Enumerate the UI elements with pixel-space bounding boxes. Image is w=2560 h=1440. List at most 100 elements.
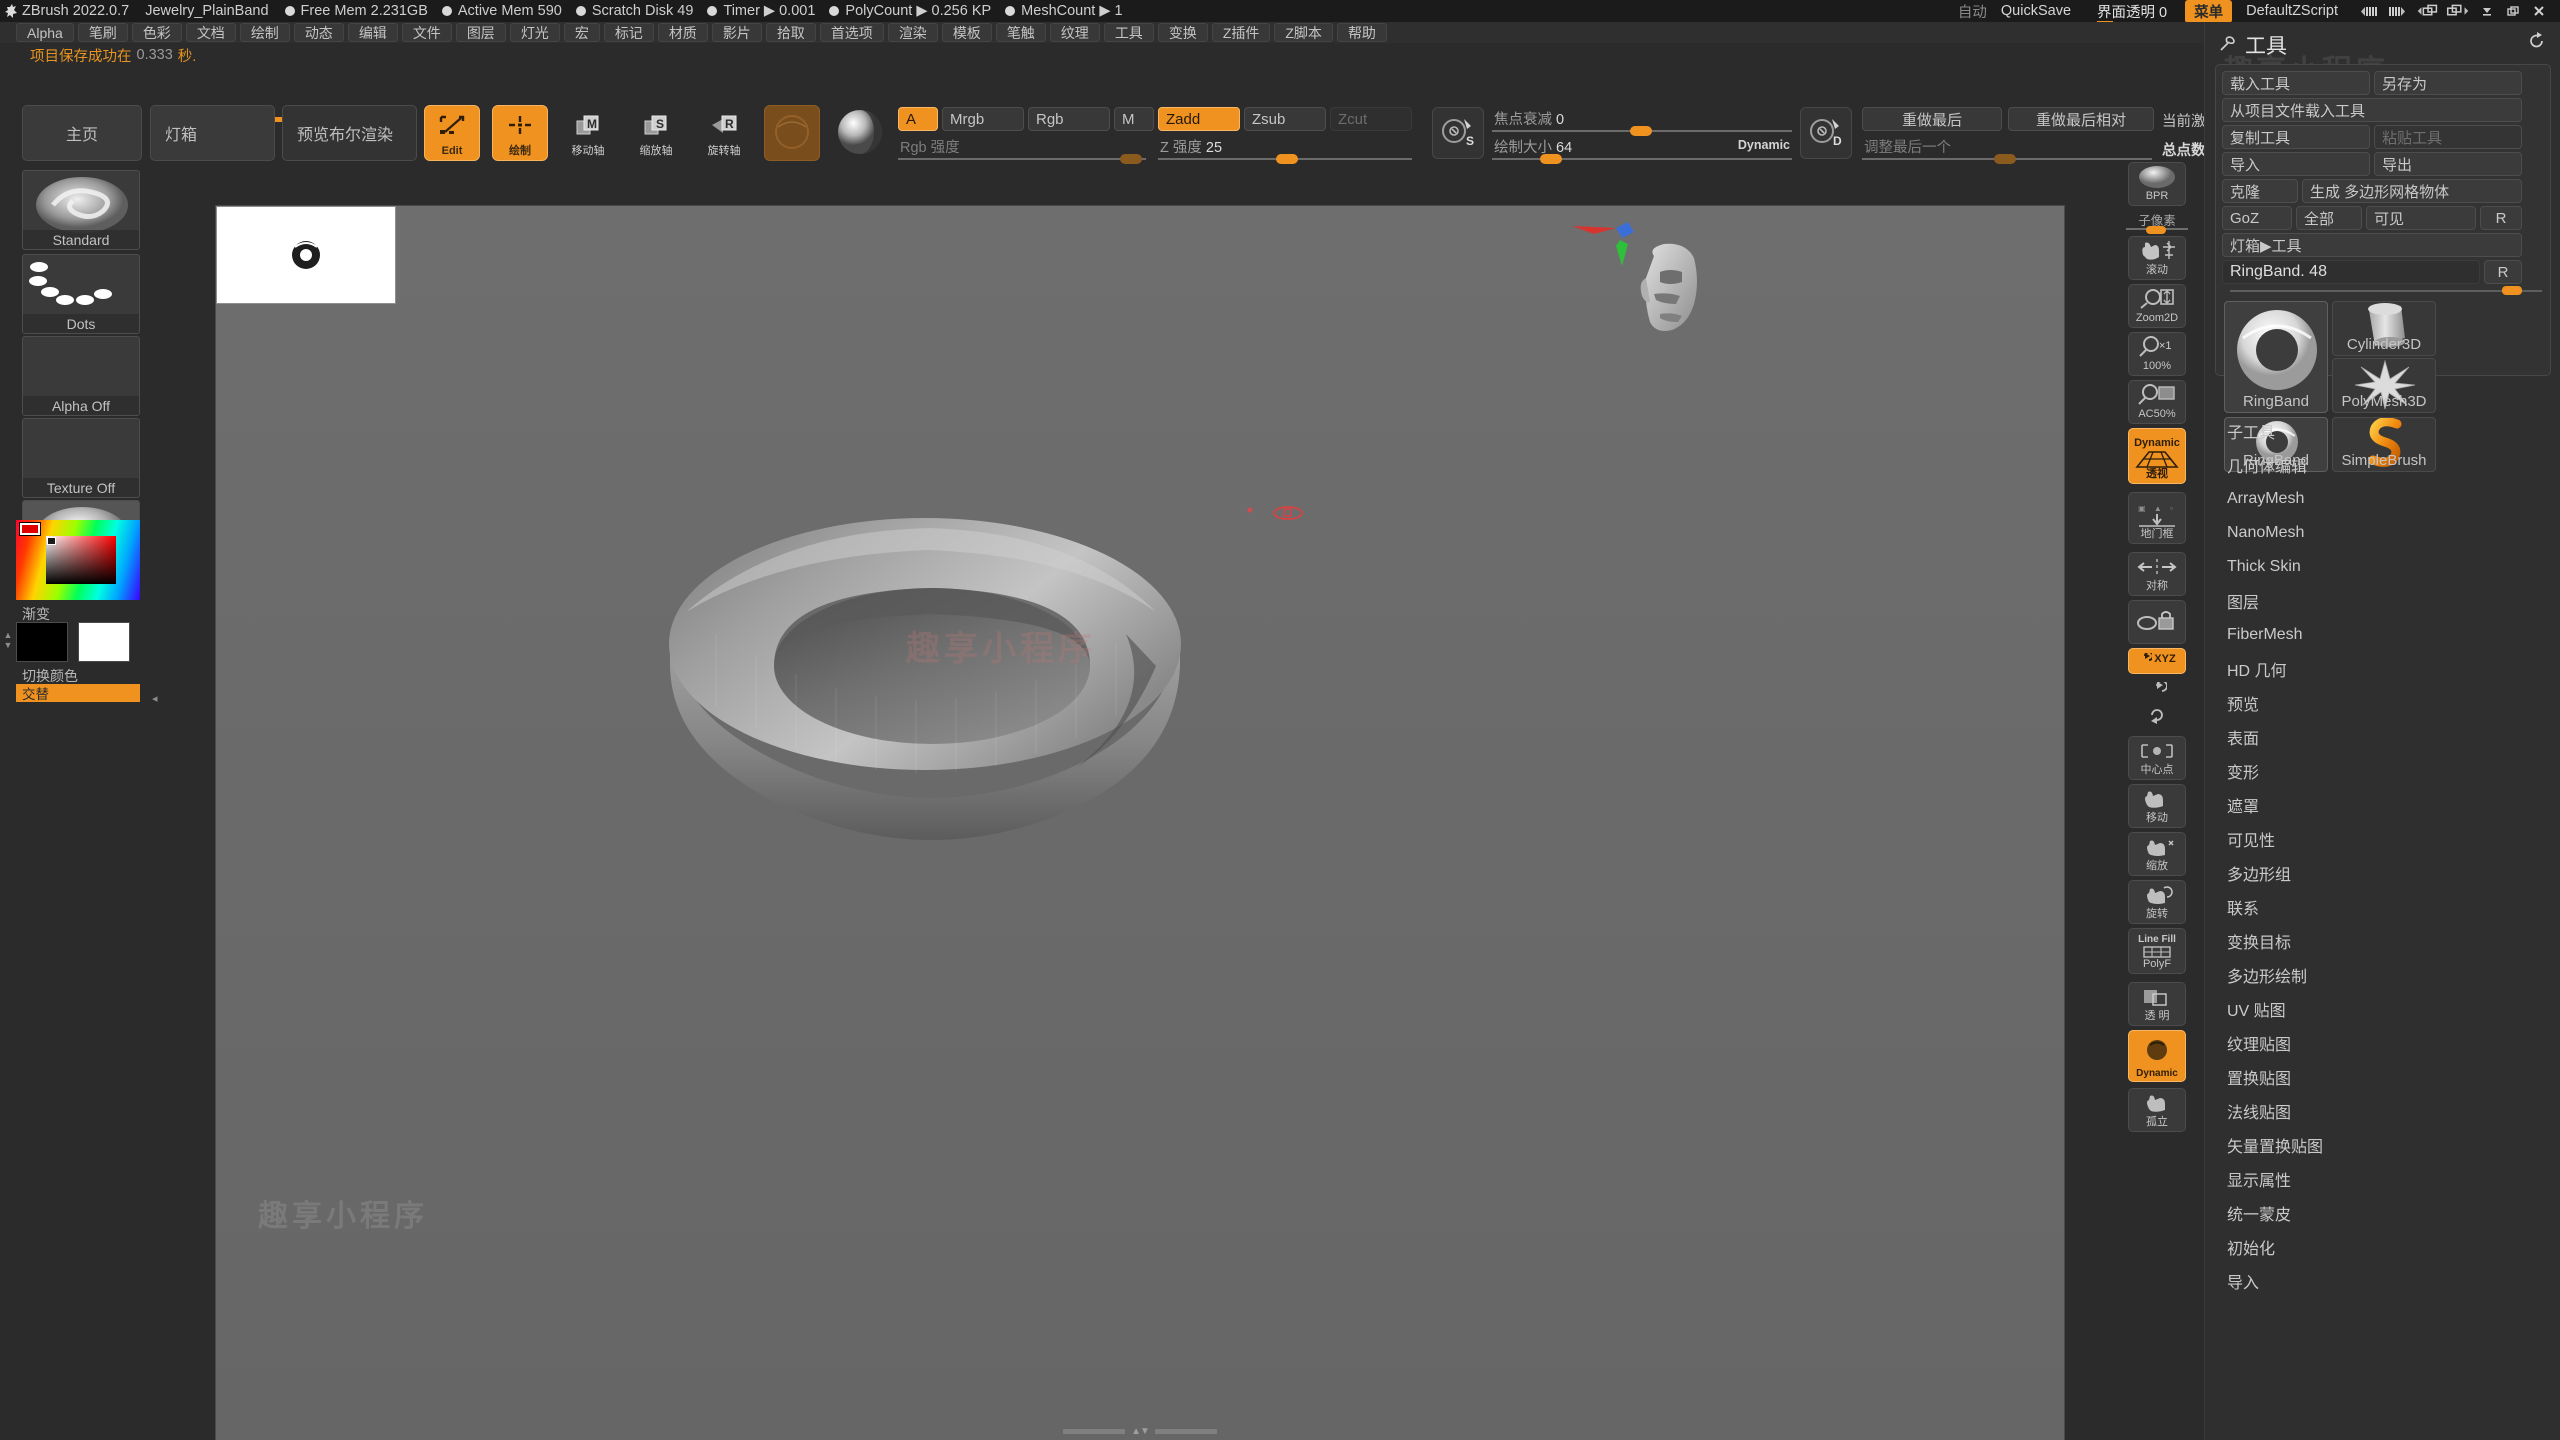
zsub-toggle[interactable]: Zsub <box>1244 107 1326 131</box>
zscript-next-icon[interactable] <box>2384 2 2412 20</box>
move-button[interactable]: M 移动轴 <box>560 105 616 161</box>
menu-item-13[interactable]: 影片 <box>711 23 762 42</box>
left-edge-collapse[interactable]: ◂ <box>152 692 158 705</box>
alpha-selector[interactable]: Alpha Off <box>22 336 140 416</box>
edit-button[interactable]: Edit <box>424 105 480 161</box>
menu-item-20[interactable]: 工具 <box>1103 23 1154 42</box>
palette-section-8[interactable]: 预览 <box>2205 686 2560 720</box>
menu-item-2[interactable]: 色彩 <box>131 23 182 42</box>
menu-item-4[interactable]: 绘制 <box>239 23 290 42</box>
quicksave-button[interactable]: QuickSave <box>2001 3 2071 19</box>
bpr-button[interactable]: BPR <box>2128 162 2186 206</box>
scroll-button[interactable]: 滚动 <box>2128 236 2186 280</box>
palette-section-11[interactable]: 遮罩 <box>2205 788 2560 822</box>
refresh-icon[interactable] <box>2528 32 2546 55</box>
clone-button[interactable]: 克隆 <box>2222 179 2298 203</box>
menu-item-1[interactable]: 笔刷 <box>77 23 128 42</box>
palette-section-5[interactable]: 图层 <box>2205 584 2560 618</box>
menu-item-8[interactable]: 图层 <box>455 23 506 42</box>
document-preview-thumbnail[interactable] <box>216 206 396 304</box>
tweak-last-slider[interactable]: 调整最后一个 <box>1862 137 2152 164</box>
goz-all-button[interactable]: 全部 <box>2296 206 2362 230</box>
zoom2d-button[interactable]: Zoom2D <box>2128 284 2186 328</box>
palette-section-6[interactable]: FiberMesh <box>2205 618 2560 652</box>
menu-item-19[interactable]: 纹理 <box>1049 23 1100 42</box>
rgb-toggle[interactable]: Rgb <box>1028 107 1110 131</box>
menu-item-12[interactable]: 材质 <box>657 23 708 42</box>
z-intensity-slider[interactable]: Z 强度 25 <box>1158 137 1412 164</box>
menu-item-0[interactable]: Alpha <box>16 23 74 42</box>
palette-section-2[interactable]: ArrayMesh <box>2205 482 2560 516</box>
home-button[interactable]: 主页 <box>22 105 142 161</box>
redo-last-button[interactable]: 重做最后 <box>1862 107 2002 131</box>
load-from-project-button[interactable]: 从项目文件载入工具 <box>2222 98 2522 122</box>
window-prev-icon[interactable] <box>2414 2 2442 20</box>
copy-tool-button[interactable]: 复制工具 <box>2222 125 2370 149</box>
menu-item-9[interactable]: 灯光 <box>509 23 560 42</box>
canvas-bottom-scroll[interactable]: ▲▼ <box>1045 1425 1235 1437</box>
menu-item-23[interactable]: Z脚本 <box>1274 23 1333 42</box>
slider-knob[interactable] <box>1994 154 2016 164</box>
preview-bool-render-button[interactable]: 预览布尔渲染 <box>282 105 417 161</box>
scroll-arrows-icon[interactable]: ▲▼ <box>1131 1426 1150 1437</box>
scale-gizmo-button[interactable]: 缩放 <box>2128 832 2186 876</box>
zadd-toggle[interactable]: Zadd <box>1158 107 1240 131</box>
menu-item-10[interactable]: 宏 <box>563 23 600 42</box>
slider-knob[interactable] <box>2502 286 2522 295</box>
palette-section-17[interactable]: UV 贴图 <box>2205 992 2560 1026</box>
menu-item-15[interactable]: 首选项 <box>819 23 884 42</box>
palette-section-25[interactable]: 导入 <box>2205 1264 2560 1298</box>
draw-size-slider[interactable]: 绘制大小 64 Dynamic <box>1492 137 1792 164</box>
ui-transparency-slider[interactable]: 界面透明 0 <box>2097 1 2167 23</box>
m-toggle[interactable]: M <box>1114 107 1154 131</box>
current-tool-r-button[interactable]: R <box>2484 260 2522 284</box>
palette-section-1[interactable]: 几何体编辑 <box>2205 448 2560 482</box>
palette-section-15[interactable]: 变换目标 <box>2205 924 2560 958</box>
slider-knob[interactable] <box>1540 154 1562 164</box>
focal-shift-slider[interactable]: 焦点衰减 0 <box>1492 109 1792 136</box>
color-swatch-white[interactable] <box>78 622 130 662</box>
save-as-button[interactable]: 另存为 <box>2374 71 2522 95</box>
local-button[interactable] <box>2128 680 2186 702</box>
slider-knob[interactable] <box>1120 154 1142 164</box>
import-button[interactable]: 导入 <box>2222 152 2370 176</box>
menu-item-18[interactable]: 笔触 <box>995 23 1046 42</box>
menu-item-16[interactable]: 渲染 <box>887 23 938 42</box>
paste-tool-button[interactable]: 粘贴工具 <box>2374 125 2522 149</box>
xyz-button[interactable]: XYZ <box>2128 648 2186 674</box>
palette-section-18[interactable]: 纹理贴图 <box>2205 1026 2560 1060</box>
texture-selector[interactable]: Texture Off <box>22 418 140 498</box>
tool-slot-polymesh3d[interactable]: PolyMesh3D <box>2332 358 2436 413</box>
close-icon[interactable] <box>2526 2 2552 20</box>
minimize-icon[interactable] <box>2474 2 2500 20</box>
palette-section-19[interactable]: 置换贴图 <box>2205 1060 2560 1094</box>
scroll-segment-right[interactable] <box>1154 1428 1217 1434</box>
tool-slot-cylinder3d[interactable]: Cylinder3D <box>2332 301 2436 356</box>
palette-section-10[interactable]: 变形 <box>2205 754 2560 788</box>
palette-section-9[interactable]: 表面 <box>2205 720 2560 754</box>
palette-section-12[interactable]: 可见性 <box>2205 822 2560 856</box>
menu-item-22[interactable]: Z插件 <box>1211 23 1271 42</box>
slider-knob[interactable] <box>2146 226 2166 234</box>
frame-button[interactable] <box>2128 706 2186 728</box>
load-tool-button[interactable]: 载入工具 <box>2222 71 2370 95</box>
navigation-head-icon[interactable] <box>1624 238 1719 363</box>
color-swatch-black[interactable] <box>16 622 68 662</box>
palette-section-0[interactable]: 子工具 <box>2205 414 2560 448</box>
stroke-selector[interactable]: Dots <box>22 254 140 334</box>
menu-item-21[interactable]: 变换 <box>1157 23 1208 42</box>
perspective-button[interactable]: Dynamic 透视 <box>2128 428 2186 484</box>
center-button[interactable]: 中心点 <box>2128 736 2186 780</box>
brush-selector[interactable]: Standard <box>22 170 140 250</box>
zscript-prev-icon[interactable] <box>2354 2 2382 20</box>
palette-section-14[interactable]: 联系 <box>2205 890 2560 924</box>
menu-item-3[interactable]: 文档 <box>185 23 236 42</box>
tool-scroll-slider[interactable] <box>2230 283 2542 301</box>
window-next-icon[interactable] <box>2444 2 2472 20</box>
actual-size-button[interactable]: ×1 100% <box>2128 332 2186 376</box>
scale-button[interactable]: S 缩放轴 <box>628 105 684 161</box>
slider-knob[interactable] <box>1630 126 1652 136</box>
stroke-s-button[interactable]: S <box>1432 107 1484 159</box>
palette-section-21[interactable]: 矢量置换贴图 <box>2205 1128 2560 1162</box>
color-picker[interactable] <box>16 520 140 600</box>
